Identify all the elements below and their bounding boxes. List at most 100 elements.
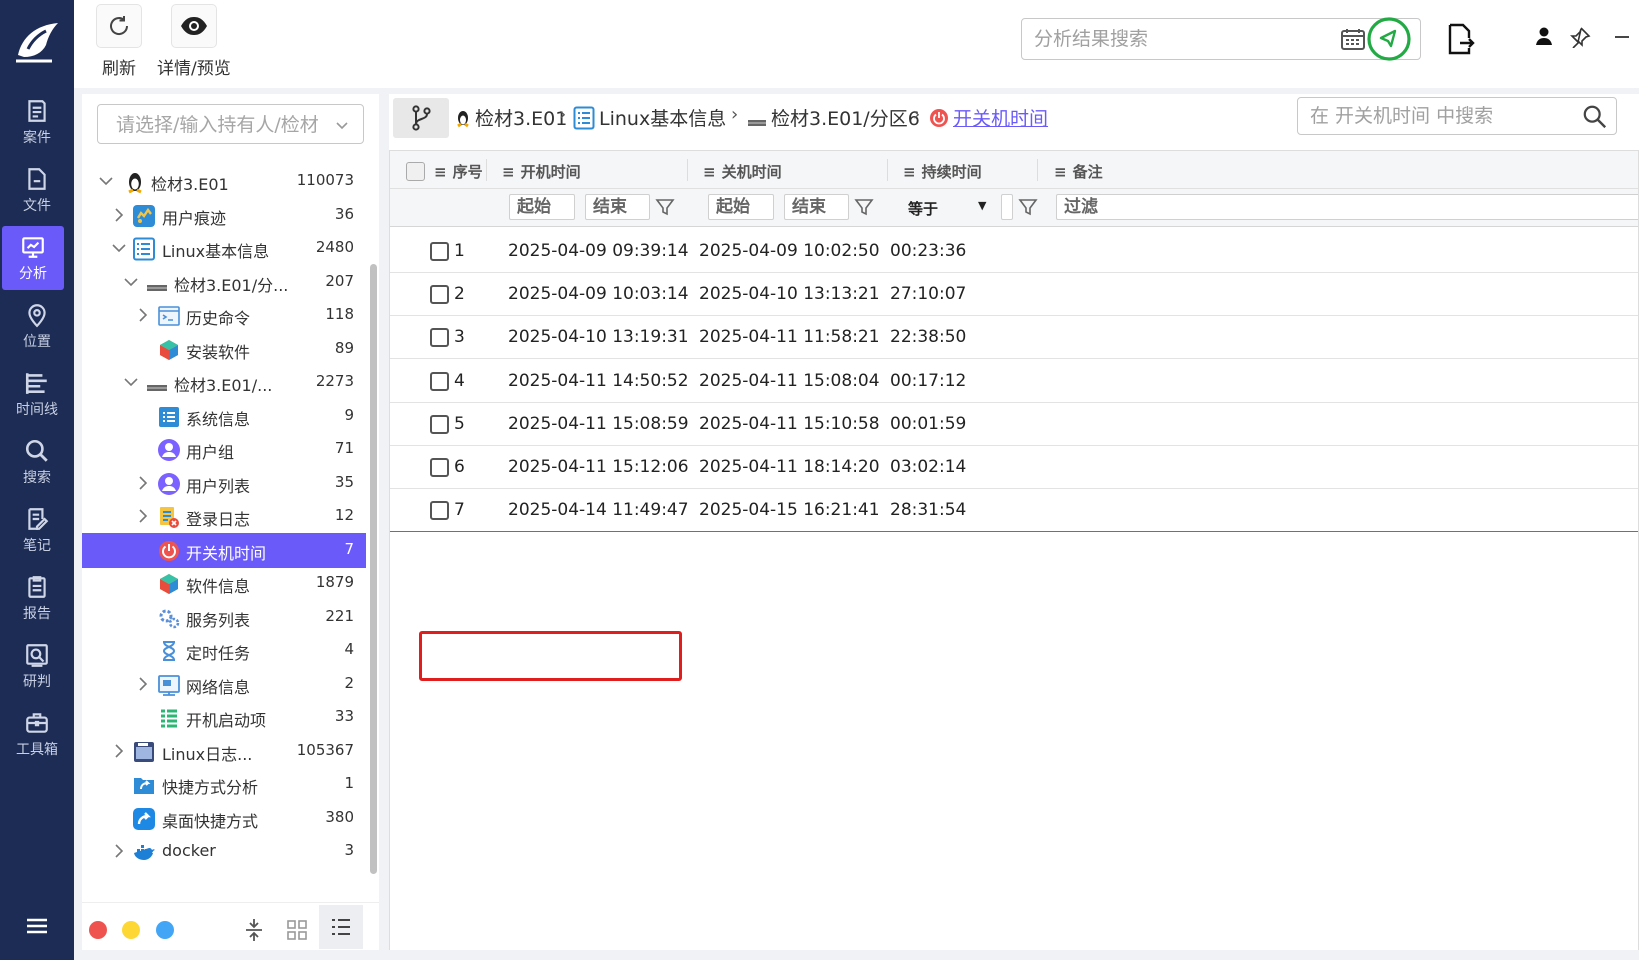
yellow-tag-dot[interactable] — [122, 921, 140, 939]
red-tag-dot[interactable] — [89, 921, 107, 939]
tree-item[interactable]: 服务列表 221 — [82, 600, 366, 635]
collapse-all-icon[interactable] — [242, 917, 266, 943]
tree-item[interactable]: Linux基本信息 2480 — [82, 231, 366, 266]
chevron-down-icon[interactable] — [122, 373, 140, 391]
table-row[interactable]: 2 2025-04-09 10:03:14 2025-04-10 13:13:21 2… — [390, 272, 1638, 317]
tree-item[interactable]: 用户痕迹 36 — [82, 198, 366, 233]
row-checkbox[interactable] — [430, 501, 449, 521]
row-checkbox[interactable] — [430, 242, 449, 261]
owner-select[interactable] — [97, 104, 364, 144]
header-boot-time[interactable]: ≡ 开机时间 — [502, 161, 581, 182]
global-search-input[interactable] — [1034, 25, 1334, 53]
nav-item-toolbox[interactable]: 工具箱 — [0, 702, 74, 766]
tree-item[interactable]: 开关机时间 7 — [82, 532, 366, 568]
nav-item-judge[interactable]: 研判 — [0, 634, 74, 698]
list-view-button[interactable] — [319, 905, 363, 949]
blue-tag-dot[interactable] — [156, 921, 174, 939]
nav-item-file[interactable]: 文件 — [0, 158, 74, 222]
tree-item[interactable]: 定时任务 4 — [82, 633, 366, 668]
nav-item-report[interactable]: 报告 — [0, 566, 74, 630]
chevron-right-icon[interactable] — [134, 675, 152, 693]
preview-button[interactable]: 详情/预览 — [157, 4, 231, 79]
tree-item[interactable]: 检材3.E01/... 2273 — [82, 365, 366, 400]
shutdown-start-filter[interactable]: 起始 — [708, 194, 774, 220]
tree-item[interactable]: 检材3.E01 110073 — [82, 164, 366, 199]
nav-item-note[interactable]: 笔记 — [0, 498, 74, 562]
minimize-button[interactable] — [1612, 26, 1632, 46]
table-row[interactable]: 4 2025-04-11 14:50:52 2025-04-11 15:08:04 0… — [390, 359, 1638, 403]
export-button[interactable] — [1446, 22, 1478, 56]
crumb-linux-info[interactable]: Linux基本信息 — [573, 104, 726, 131]
tree-scrollbar[interactable] — [370, 264, 377, 874]
chevron-right-icon[interactable] — [110, 206, 128, 224]
chevron-right-icon[interactable] — [134, 507, 152, 525]
row-checkbox[interactable] — [430, 458, 449, 477]
status-button[interactable] — [1366, 16, 1412, 62]
filter-funnel-icon[interactable] — [1017, 196, 1039, 218]
grid-view-icon[interactable] — [286, 919, 308, 941]
owner-input[interactable] — [116, 113, 336, 137]
remark-filter[interactable]: 过滤 — [1056, 194, 1638, 220]
header-no[interactable]: ≡ 序号 — [434, 161, 483, 182]
table-row[interactable]: 6 2025-04-11 15:12:06 2025-04-11 18:14:20 0… — [390, 445, 1638, 489]
nav-item-search[interactable]: 搜索 — [0, 430, 74, 494]
calendar-icon[interactable] — [1340, 27, 1366, 51]
chevron-down-icon[interactable] — [110, 239, 128, 257]
pin-button[interactable] — [1569, 26, 1591, 48]
tree-item[interactable]: 网络信息 2 — [82, 667, 366, 702]
column-divider[interactable] — [687, 159, 688, 181]
tree-item[interactable]: 用户列表 35 — [82, 466, 366, 501]
tree-item[interactable]: 历史命令 118 — [82, 298, 366, 333]
column-divider[interactable] — [1037, 159, 1038, 181]
chevron-right-icon[interactable] — [110, 742, 128, 760]
refresh-button[interactable]: 刷新 — [96, 4, 142, 79]
nav-item-timeline[interactable]: 时间线 — [0, 362, 74, 426]
chevron-right-icon[interactable] — [110, 842, 128, 860]
table-row[interactable]: 7 2025-04-14 11:49:47 2025-04-15 16:21:41 2… — [390, 488, 1638, 533]
search-icon[interactable] — [1582, 104, 1608, 130]
chevron-down-icon[interactable] — [122, 273, 140, 291]
tree-item[interactable]: 快捷方式分析 1 — [82, 767, 366, 802]
row-checkbox[interactable] — [430, 285, 449, 305]
column-divider[interactable] — [887, 159, 888, 181]
branch-button[interactable] — [393, 98, 449, 138]
duration-value-filter[interactable] — [1001, 194, 1013, 220]
table-row[interactable]: 1 2025-04-09 09:39:14 2025-04-09 10:02:50 0… — [390, 229, 1638, 273]
select-all-checkbox[interactable] — [406, 162, 425, 181]
table-row[interactable]: 3 2025-04-10 13:19:31 2025-04-11 11:58:21 2… — [390, 315, 1638, 360]
shutdown-end-filter[interactable]: 结束 — [784, 194, 849, 220]
tree-item[interactable]: 桌面快捷方式 380 — [82, 801, 366, 836]
column-divider[interactable] — [486, 159, 487, 181]
chevron-down-icon[interactable] — [97, 172, 115, 190]
nav-item-location[interactable]: 位置 — [0, 294, 74, 358]
crumb-evidence[interactable]: 检材3.E01 — [455, 104, 567, 131]
tree-item[interactable]: 开机启动项 33 — [82, 700, 366, 735]
crumb-current[interactable]: 开关机时间 — [929, 104, 1048, 131]
header-remark[interactable]: ≡ 备注 — [1054, 161, 1103, 182]
filter-funnel-icon[interactable] — [654, 196, 676, 218]
tree-item[interactable]: 安装软件 89 — [82, 332, 366, 367]
tree-item[interactable]: docker 3 — [82, 834, 366, 869]
boot-end-filter[interactable]: 结束 — [585, 194, 650, 220]
row-checkbox[interactable] — [430, 371, 449, 391]
chevron-down-icon[interactable] — [334, 117, 350, 133]
chevron-right-icon[interactable] — [134, 474, 152, 492]
row-checkbox[interactable] — [430, 414, 449, 434]
table-search-input[interactable] — [1310, 103, 1570, 129]
tree-item[interactable]: 用户组 71 — [82, 432, 366, 467]
tree-item[interactable]: Linux日志... 105367 — [82, 734, 366, 769]
tree-item[interactable]: 检材3.E01/分... 207 — [82, 265, 366, 300]
nav-item-analysis[interactable]: 分析 — [2, 226, 64, 290]
crumb-partition[interactable]: 检材3.E01/分区6 — [747, 104, 920, 131]
tree-item[interactable]: 登录日志 12 — [82, 499, 366, 534]
header-duration[interactable]: ≡ 持续时间 — [903, 161, 982, 182]
boot-start-filter[interactable]: 起始 — [509, 194, 575, 220]
row-checkbox[interactable] — [430, 328, 449, 348]
duration-op-select[interactable]: 等于 ▼ — [908, 198, 986, 219]
table-row[interactable]: 5 2025-04-11 15:08:59 2025-04-11 15:10:58 0… — [390, 402, 1638, 446]
user-button[interactable] — [1534, 26, 1554, 46]
nav-item-case[interactable]: 案件 — [0, 90, 74, 154]
menu-button[interactable] — [0, 908, 74, 944]
tree-item[interactable]: 系统信息 9 — [82, 399, 366, 434]
header-shutdown-time[interactable]: ≡ 关机时间 — [703, 161, 782, 182]
